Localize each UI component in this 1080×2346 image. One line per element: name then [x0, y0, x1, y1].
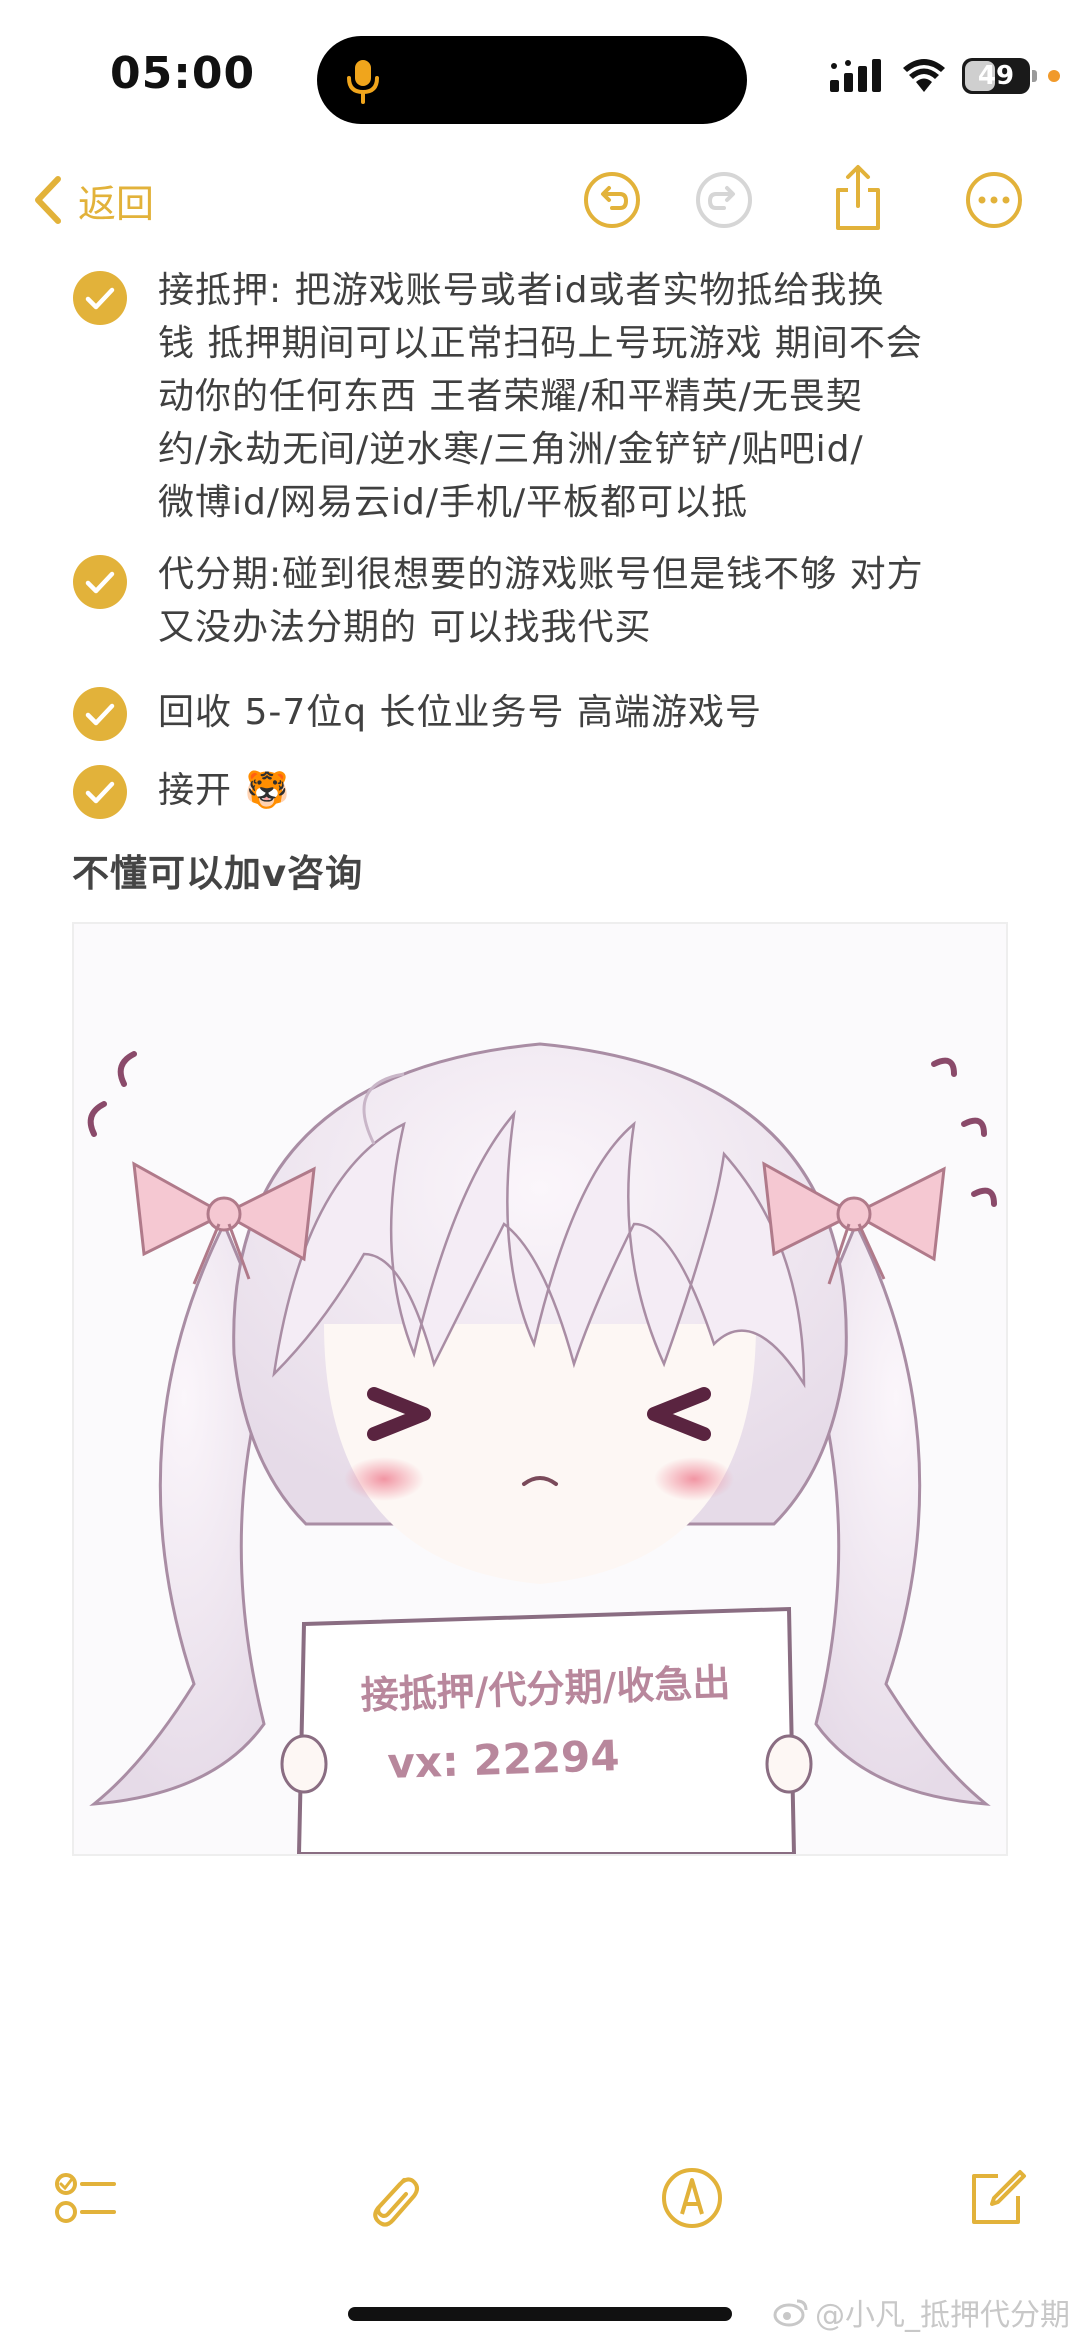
checked-circle-icon[interactable] [72, 554, 128, 610]
note-image-attachment[interactable]: 接抵押/代分期/收急出 vx: 22294 [72, 922, 1008, 1856]
status-indicators: 49 [828, 56, 1060, 96]
status-bar: 05:00 49 [0, 0, 1080, 150]
checked-circle-icon[interactable] [72, 686, 128, 742]
microphone-icon [347, 60, 379, 104]
checklist-icon[interactable] [54, 2166, 118, 2230]
back-label: 返回 [78, 181, 155, 226]
status-time: 05:00 [110, 48, 256, 99]
attachment-icon[interactable] [358, 2166, 422, 2230]
notes-toolbar: 返回 [0, 150, 1080, 250]
checklist-item-text: 回收 5-7位q 长位业务号 高端游戏号 [158, 692, 762, 733]
weibo-icon [773, 2299, 808, 2327]
signal-icon [830, 59, 881, 92]
checked-circle-icon[interactable] [72, 764, 128, 820]
markup-icon[interactable] [660, 2166, 724, 2230]
sign-text-line2: vx: 22294 [387, 1731, 621, 1788]
battery-icon: 49 [962, 58, 1037, 94]
checklist-item-text: 接开 🐯 [158, 770, 291, 811]
battery-percent: 49 [977, 61, 1015, 91]
compose-icon[interactable] [964, 2166, 1028, 2230]
share-icon[interactable] [828, 162, 888, 234]
back-button[interactable]: 返回 [30, 168, 154, 232]
checklist-item-text: 接抵押: 把游戏账号或者id或者实物抵给我换 钱 抵押期间可以正常扫码上号玩游戏… [158, 270, 923, 523]
anime-girl-illustration: 接抵押/代分期/收急出 vx: 22294 [87, 1042, 997, 1854]
privacy-indicator-dot [1048, 70, 1060, 82]
wifi-icon [903, 59, 945, 92]
watermark-text: @小凡_抵押代分期 [815, 2298, 1070, 2333]
undo-icon[interactable] [582, 170, 642, 230]
more-icon[interactable] [964, 170, 1024, 230]
chevron-left-icon [35, 176, 61, 224]
redo-icon[interactable] [694, 170, 754, 230]
checklist-item-text: 代分期:碰到很想要的游戏账号但是钱不够 对方 又没办法分期的 可以找我代买 [158, 554, 924, 648]
note-subheading: 不懂可以加v咨询 [72, 852, 364, 895]
dynamic-island [317, 36, 747, 124]
bottom-toolbar [0, 2150, 1080, 2250]
watermark: @小凡_抵押代分期 [773, 2290, 1070, 2334]
home-indicator[interactable] [348, 2307, 732, 2321]
checked-circle-icon[interactable] [72, 270, 128, 326]
